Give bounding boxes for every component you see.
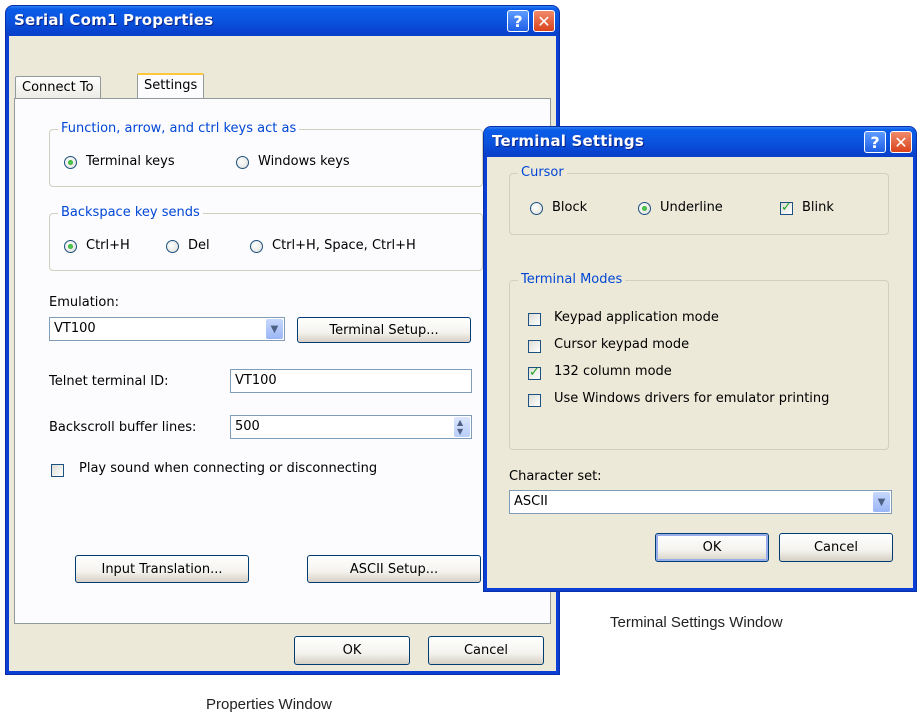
play-sound-checkbox[interactable] bbox=[51, 464, 64, 477]
block-label[interactable]: Block bbox=[552, 200, 587, 215]
input-translation-label: Input Translation... bbox=[101, 561, 223, 577]
terminal-title: Terminal Settings bbox=[492, 132, 644, 150]
terminal-titlebar[interactable]: Terminal Settings ? ✕ bbox=[484, 127, 916, 157]
ctrl-h-radio[interactable] bbox=[64, 240, 77, 253]
terminal-ok-label: OK bbox=[702, 540, 722, 555]
backscroll-label: Backscroll buffer lines: bbox=[49, 420, 197, 435]
terminal-keys-label[interactable]: Terminal keys bbox=[86, 154, 175, 169]
terminal-modes-group: Terminal Modes Keypad application mode C… bbox=[509, 272, 889, 450]
del-label[interactable]: Del bbox=[188, 238, 210, 253]
input-translation-button[interactable]: Input Translation... bbox=[75, 555, 249, 583]
properties-cancel-label: Cancel bbox=[463, 643, 509, 658]
ctrl-h-label[interactable]: Ctrl+H bbox=[86, 238, 130, 253]
close-icon[interactable]: ✕ bbox=[533, 10, 555, 32]
spin-updown-icon[interactable]: ▲ ▼ bbox=[454, 417, 470, 437]
backscroll-value: 500 bbox=[235, 419, 260, 434]
telnet-id-input[interactable]: VT100 bbox=[230, 369, 472, 393]
cursor-keypad-mode-checkbox[interactable] bbox=[528, 340, 541, 353]
chevron-down-icon[interactable]: ▼ bbox=[266, 319, 283, 339]
windows-keys-label[interactable]: Windows keys bbox=[258, 154, 350, 169]
terminal-setup-button[interactable]: Terminal Setup... bbox=[297, 317, 471, 343]
tab-settings[interactable]: Settings bbox=[137, 73, 205, 98]
del-radio[interactable] bbox=[166, 240, 179, 253]
ctrl-h-space-radio[interactable] bbox=[250, 240, 263, 253]
charset-label: Character set: bbox=[509, 469, 602, 484]
properties-cancel-button[interactable]: Cancel bbox=[428, 636, 544, 665]
column-132-mode-label[interactable]: 132 column mode bbox=[554, 364, 672, 379]
keypad-app-mode-checkbox[interactable] bbox=[528, 313, 541, 326]
cursor-keypad-mode-label[interactable]: Cursor keypad mode bbox=[554, 337, 689, 352]
function-keys-group: Function, arrow, and ctrl keys act as Te… bbox=[49, 121, 483, 187]
blink-checkbox[interactable] bbox=[780, 200, 793, 215]
ascii-setup-label: ASCII Setup... bbox=[349, 561, 439, 577]
underline-label[interactable]: Underline bbox=[660, 200, 723, 215]
ascii-setup-button[interactable]: ASCII Setup... bbox=[307, 555, 481, 583]
column-132-mode-checkbox[interactable] bbox=[528, 365, 541, 380]
windows-drivers-checkbox[interactable] bbox=[528, 394, 541, 407]
backspace-group-label: Backspace key sends bbox=[58, 205, 203, 220]
properties-window: Serial Com1 Properties ? ✕ Connect To Se… bbox=[5, 5, 560, 675]
chevron-down-icon[interactable]: ▼ bbox=[873, 492, 890, 512]
terminal-ok-button[interactable]: OK bbox=[655, 533, 769, 562]
emulation-select[interactable]: VT100 ▼ bbox=[49, 317, 285, 341]
properties-title: Serial Com1 Properties bbox=[14, 11, 214, 29]
block-radio[interactable] bbox=[530, 202, 543, 215]
properties-window-caption: Properties Window bbox=[206, 696, 332, 713]
terminal-keys-radio[interactable] bbox=[64, 156, 77, 169]
function-keys-group-label: Function, arrow, and ctrl keys act as bbox=[58, 121, 300, 136]
windows-keys-radio[interactable] bbox=[236, 156, 249, 169]
blink-label[interactable]: Blink bbox=[802, 200, 834, 215]
emulation-value: VT100 bbox=[54, 321, 96, 336]
backscroll-input[interactable]: 500 ▲ ▼ bbox=[230, 415, 472, 439]
terminal-window-caption: Terminal Settings Window bbox=[610, 614, 783, 631]
terminal-cancel-button[interactable]: Cancel bbox=[779, 533, 893, 562]
backspace-group: Backspace key sends Ctrl+H Del Ctrl+H, S… bbox=[49, 205, 483, 271]
close-icon[interactable]: ✕ bbox=[890, 131, 912, 153]
charset-select[interactable]: ASCII ▼ bbox=[509, 490, 892, 514]
settings-tab-panel: Function, arrow, and ctrl keys act as Te… bbox=[14, 98, 551, 624]
properties-titlebar[interactable]: Serial Com1 Properties ? ✕ bbox=[6, 6, 559, 36]
properties-client: Connect To Settings Function, arrow, and… bbox=[9, 36, 556, 671]
terminal-settings-window: Terminal Settings ? ✕ Cursor Block Under… bbox=[483, 126, 917, 592]
properties-ok-label: OK bbox=[342, 643, 362, 658]
help-icon[interactable]: ? bbox=[507, 10, 529, 32]
emulation-label: Emulation: bbox=[49, 295, 119, 310]
windows-drivers-label[interactable]: Use Windows drivers for emulator printin… bbox=[554, 391, 829, 406]
help-icon[interactable]: ? bbox=[864, 131, 886, 153]
tab-connect-to[interactable]: Connect To bbox=[15, 76, 101, 98]
terminal-modes-group-label: Terminal Modes bbox=[518, 272, 626, 287]
cursor-group-label: Cursor bbox=[518, 165, 567, 180]
terminal-setup-label: Terminal Setup... bbox=[329, 322, 439, 338]
charset-value: ASCII bbox=[514, 494, 548, 509]
terminal-cancel-label: Cancel bbox=[813, 540, 859, 555]
terminal-client: Cursor Block Underline Blink Terminal Mo… bbox=[487, 157, 913, 588]
play-sound-label[interactable]: Play sound when connecting or disconnect… bbox=[79, 461, 377, 476]
keypad-app-mode-label[interactable]: Keypad application mode bbox=[554, 310, 719, 325]
cursor-group: Cursor Block Underline Blink bbox=[509, 165, 889, 235]
ctrl-h-space-label[interactable]: Ctrl+H, Space, Ctrl+H bbox=[272, 238, 416, 253]
telnet-id-value: VT100 bbox=[235, 373, 277, 388]
telnet-id-label: Telnet terminal ID: bbox=[49, 374, 169, 389]
properties-ok-button[interactable]: OK bbox=[294, 636, 410, 665]
underline-radio[interactable] bbox=[638, 202, 651, 215]
